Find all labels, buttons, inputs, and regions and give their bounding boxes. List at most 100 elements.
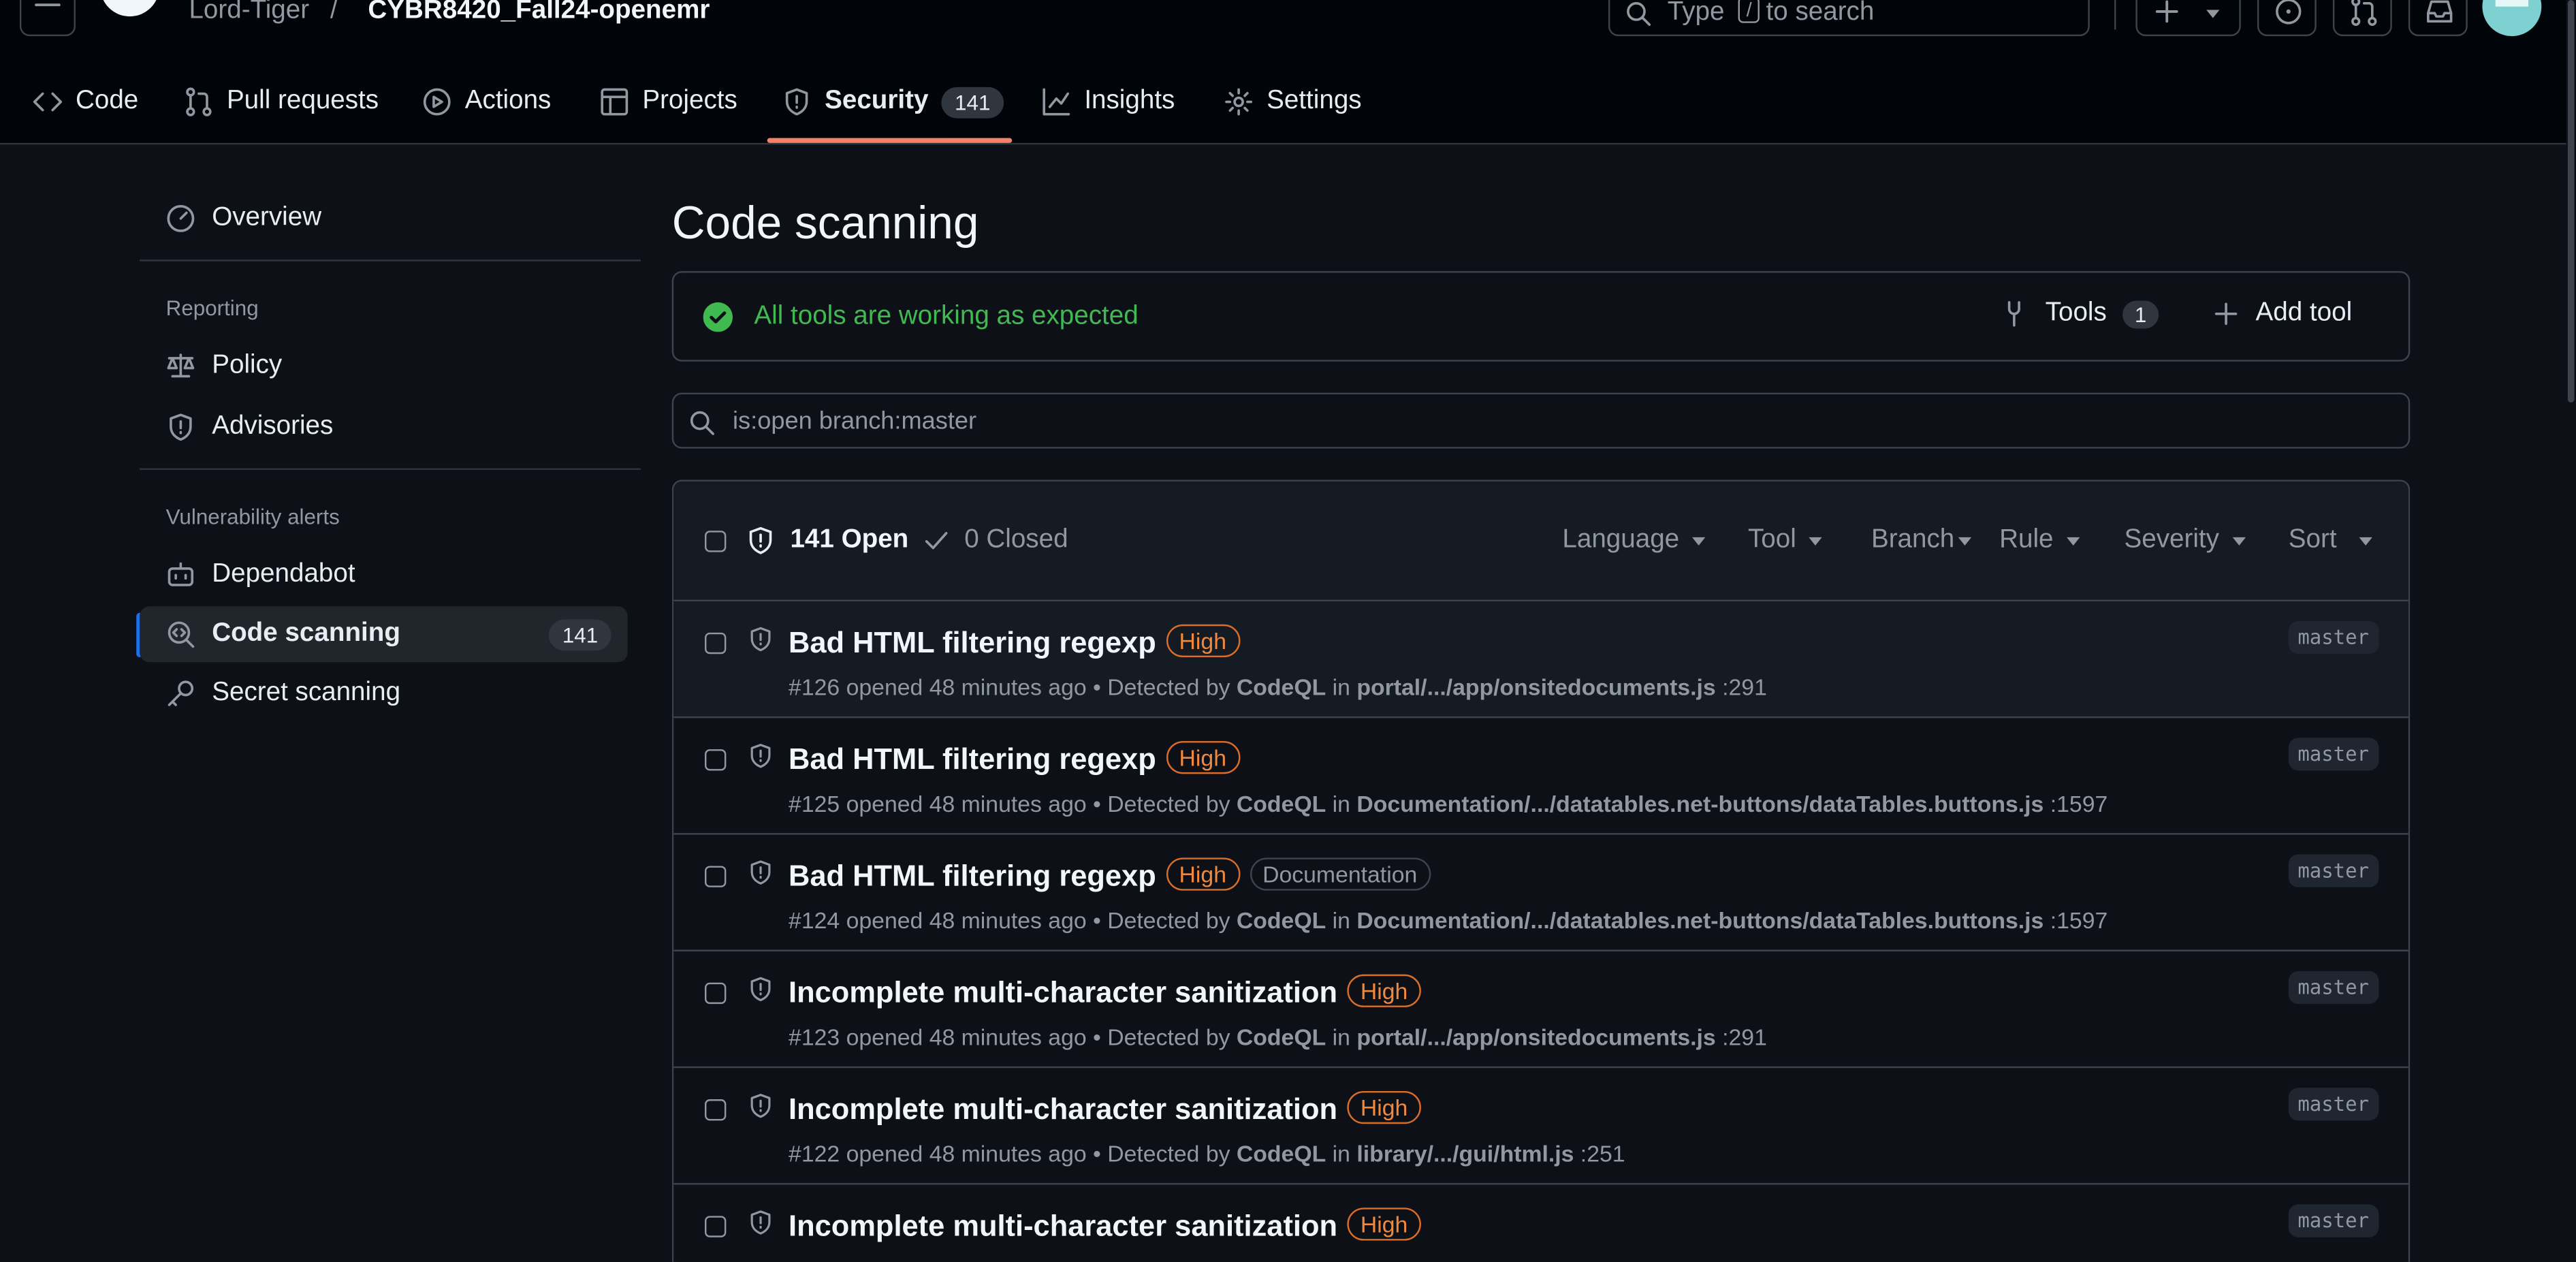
alert-in: in xyxy=(1332,1140,1350,1167)
tab-security-count: 141 xyxy=(941,86,1004,118)
tab-settings-label: Settings xyxy=(1267,86,1362,115)
filter-sort-dropdown[interactable]: Sort xyxy=(2289,526,2373,555)
scrollbar-thumb[interactable] xyxy=(2567,0,2575,403)
search-icon xyxy=(690,411,714,435)
shield-icon xyxy=(750,977,771,1002)
tab-insights-label: Insights xyxy=(1084,86,1175,115)
tab-code[interactable]: Code xyxy=(33,76,138,128)
tools-button[interactable]: Tools 1 xyxy=(2001,299,2159,328)
alert-path[interactable]: Documentation/.../datatables.net-buttons… xyxy=(1356,907,2044,934)
alert-path[interactable]: library/.../gui/html.js xyxy=(1356,1140,1574,1167)
alert-row[interactable]: Incomplete multi-character sanitization H… xyxy=(673,951,2408,1069)
pull-requests-button[interactable] xyxy=(2332,0,2392,37)
filter-tool-dropdown[interactable]: Tool xyxy=(1748,526,1823,555)
open-alerts-filter[interactable]: 141 Open xyxy=(746,526,908,555)
tool-status-banner: All tools are working as expected Tools … xyxy=(671,271,2411,362)
alert-row[interactable]: Incomplete multi-character sanitization H… xyxy=(673,1184,2408,1261)
alert-path[interactable]: portal/.../app/onsitedocuments.js xyxy=(1356,674,1715,700)
alert-row[interactable]: Bad HTML filtering regexp High #125 opene… xyxy=(673,718,2408,835)
add-tool-button[interactable]: Add tool xyxy=(2213,299,2352,328)
alert-line: :251 xyxy=(1580,1140,1625,1167)
alert-path[interactable]: Documentation/.../datatables.net-buttons… xyxy=(1356,790,2044,817)
alert-title[interactable]: Incomplete multi-character sanitization xyxy=(789,976,1337,1009)
alert-checkbox[interactable] xyxy=(705,632,727,654)
alert-checkbox[interactable] xyxy=(705,1099,727,1121)
shield-icon xyxy=(750,627,771,652)
tab-actions[interactable]: Actions xyxy=(422,76,551,128)
github-logo-icon[interactable] xyxy=(99,0,161,36)
alert-meta: #126 opened 48 minutes ago • Detected by… xyxy=(789,674,1767,700)
filter-label: Tool xyxy=(1748,526,1796,554)
alert-title[interactable]: Bad HTML filtering regexp xyxy=(789,626,1156,659)
filter-language-dropdown[interactable]: Language xyxy=(1562,526,1706,555)
alert-checkbox[interactable] xyxy=(705,1216,727,1237)
breadcrumb-owner[interactable]: Lord-Tiger xyxy=(189,0,309,27)
check-icon xyxy=(925,532,948,550)
alert-title[interactable]: Incomplete multi-character sanitization xyxy=(789,1092,1337,1125)
sidebar-item-secret-scanning[interactable]: Secret scanning xyxy=(140,665,628,721)
alert-checkbox[interactable] xyxy=(705,749,727,771)
filter-branch-dropdown[interactable]: Branch xyxy=(1871,526,1971,555)
tab-security[interactable]: Security 141 xyxy=(782,76,1004,128)
alert-tool: CodeQL xyxy=(1236,906,1326,934)
tab-projects[interactable]: Projects xyxy=(600,76,737,128)
chevron-down-icon xyxy=(2206,10,2220,18)
create-new-button[interactable] xyxy=(2135,0,2241,37)
alert-checkbox[interactable] xyxy=(705,866,727,887)
alert-in: in xyxy=(1332,790,1350,817)
alert-opened: opened 48 minutes ago • Detected by xyxy=(846,1140,1230,1167)
alert-title[interactable]: Incomplete multi-character sanitization xyxy=(789,1210,1337,1242)
alert-number: #124 xyxy=(789,906,840,934)
issues-button[interactable] xyxy=(2257,0,2317,37)
sidebar-heading-reporting: Reporting xyxy=(165,296,259,321)
branch-label: master xyxy=(2287,971,2379,1005)
filter-severity-dropdown[interactable]: Severity xyxy=(2124,526,2246,555)
tab-insights[interactable]: Insights xyxy=(1042,76,1175,128)
sidebar-item-label: Secret scanning xyxy=(212,678,401,707)
breadcrumb-repo[interactable]: CYBR8420_Fall24-openemr xyxy=(368,0,710,27)
severity-badge: High xyxy=(1347,974,1421,1007)
sidebar-item-code-scanning[interactable]: Code scanning 141 xyxy=(140,606,628,663)
tab-pull-requests[interactable]: Pull requests xyxy=(184,76,379,128)
chevron-down-icon xyxy=(2232,536,2246,545)
tab-pull-requests-label: Pull requests xyxy=(226,86,379,115)
menu-button[interactable] xyxy=(19,0,76,37)
alert-in: in xyxy=(1332,674,1350,700)
avatar[interactable] xyxy=(2482,0,2542,37)
severity-badge: High xyxy=(1166,741,1240,774)
global-search-input[interactable]: Type / to search xyxy=(1608,0,2090,37)
filter-label: Branch xyxy=(1871,526,1955,554)
alert-title[interactable]: Bad HTML filtering regexp xyxy=(789,859,1156,892)
inbox-button[interactable] xyxy=(2408,0,2468,37)
select-all-checkbox[interactable] xyxy=(705,531,727,552)
alert-title[interactable]: Bad HTML filtering regexp xyxy=(789,742,1156,775)
alert-number: #122 xyxy=(789,1140,840,1167)
search-icon xyxy=(1627,2,1651,26)
alert-checkbox[interactable] xyxy=(705,982,727,1005)
dependabot-icon xyxy=(168,562,194,586)
page-scrollbar[interactable] xyxy=(2566,0,2576,1262)
alert-row[interactable]: Bad HTML filtering regexp High Documentati… xyxy=(673,835,2408,951)
sidebar-item-policy[interactable]: Policy xyxy=(140,338,628,394)
pull-request-icon xyxy=(2351,0,2377,26)
check-circle-icon xyxy=(703,302,733,332)
sidebar-divider xyxy=(140,259,641,262)
severity-badge: High xyxy=(1166,857,1240,891)
plus-icon xyxy=(2214,302,2238,326)
branch-label: master xyxy=(2287,854,2379,887)
branch-label: master xyxy=(2287,738,2379,771)
sidebar-item-advisories[interactable]: Advisories xyxy=(140,399,628,455)
filter-rule-dropdown[interactable]: Rule xyxy=(1999,526,2080,555)
sidebar-item-dependabot[interactable]: Dependabot xyxy=(140,547,628,603)
alert-path[interactable]: portal/.../app/onsitedocuments.js xyxy=(1356,1024,1715,1050)
alert-filter-input[interactable]: is:open branch:master xyxy=(671,392,2411,449)
tool-status-text: All tools are working as expected xyxy=(754,302,1139,330)
alert-row[interactable]: Bad HTML filtering regexp High #126 opene… xyxy=(673,601,2408,719)
sidebar-item-overview[interactable]: Overview xyxy=(140,191,628,247)
pull-request-icon xyxy=(186,87,212,116)
tab-settings[interactable]: Settings xyxy=(1224,76,1362,128)
chevron-down-icon xyxy=(2359,536,2373,545)
closed-alerts-filter[interactable]: 0 Closed xyxy=(923,526,1068,555)
severity-badge: High xyxy=(1166,624,1240,658)
alert-row[interactable]: Incomplete multi-character sanitization H… xyxy=(673,1068,2408,1185)
